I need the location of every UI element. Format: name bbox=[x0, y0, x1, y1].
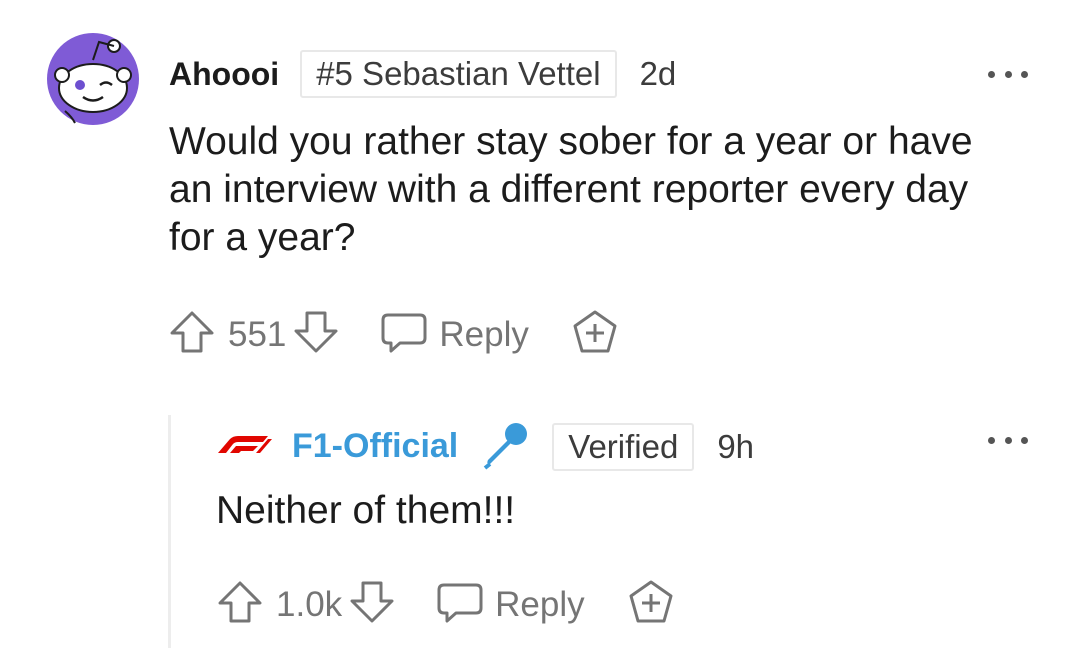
username[interactable]: F1-Official bbox=[292, 427, 458, 466]
comment-body-line: Would you rather stay sober for a year o… bbox=[169, 120, 973, 163]
reply-body: Neither of them!!! bbox=[216, 489, 516, 532]
more-options-icon[interactable] bbox=[988, 64, 1028, 84]
thread-line[interactable] bbox=[168, 415, 171, 648]
comment-header: Ahoooi #5 Sebastian Vettel 2d bbox=[169, 50, 676, 98]
avatar[interactable] bbox=[47, 33, 139, 125]
reply-actions: 1.0k Reply bbox=[216, 578, 675, 631]
vote-score: 1.0k bbox=[276, 584, 343, 624]
username[interactable]: Ahoooi bbox=[169, 56, 279, 93]
award-icon[interactable] bbox=[571, 308, 619, 361]
upvote-icon[interactable] bbox=[168, 308, 216, 361]
user-flair: #5 Sebastian Vettel bbox=[300, 50, 617, 98]
upvote-icon[interactable] bbox=[216, 578, 264, 631]
reply-button[interactable]: Reply bbox=[495, 585, 584, 625]
downvote-icon[interactable] bbox=[348, 578, 396, 631]
reply-header: F1-Official Verified 9h bbox=[216, 418, 754, 475]
microphone-icon bbox=[480, 418, 532, 475]
comment-actions: 551 Reply bbox=[168, 308, 619, 361]
reply-icon[interactable] bbox=[436, 578, 484, 631]
verified-badge: Verified bbox=[552, 422, 695, 471]
timestamp: 2d bbox=[639, 55, 677, 92]
snoo-avatar-icon bbox=[47, 33, 139, 125]
f1-logo-icon bbox=[216, 431, 272, 462]
timestamp: 9h bbox=[717, 427, 755, 465]
downvote-icon[interactable] bbox=[292, 308, 340, 361]
award-icon[interactable] bbox=[627, 578, 675, 631]
vote-score: 551 bbox=[228, 314, 287, 354]
more-options-icon[interactable] bbox=[988, 430, 1028, 450]
reply-icon[interactable] bbox=[380, 308, 428, 361]
reply-button[interactable]: Reply bbox=[439, 315, 528, 355]
comment-body: Would you rather stay sober for a year o… bbox=[169, 118, 1049, 262]
comment-body-line: an interview with a different reporter e… bbox=[169, 168, 969, 211]
comment-body-line: for a year? bbox=[169, 216, 356, 259]
